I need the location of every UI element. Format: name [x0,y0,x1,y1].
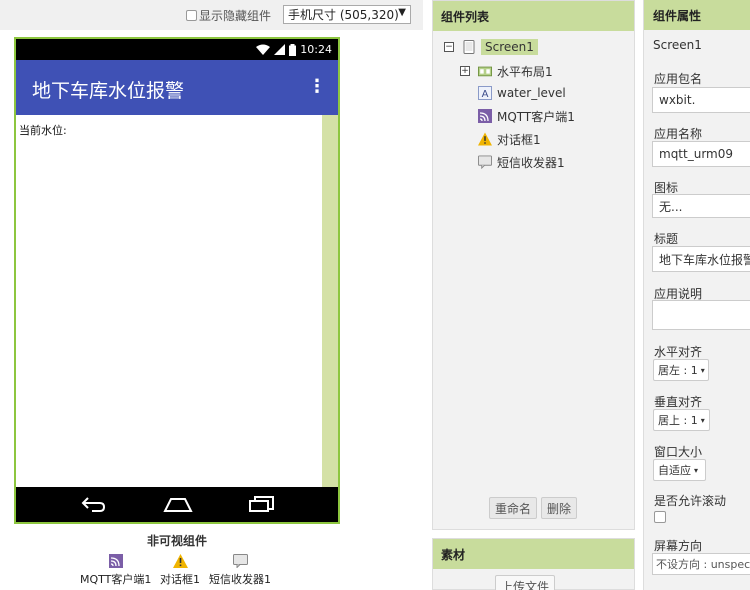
show-hidden-checkbox[interactable] [186,9,197,21]
phone-size-select[interactable]: 手机尺寸 (505,320) ▼ [283,5,411,24]
back-icon [81,497,106,512]
expand-icon[interactable]: + [460,66,470,76]
app-package-label: 应用包名 [654,72,703,86]
svg-text:A: A [482,89,489,100]
phone-size-value: 手机尺寸 (505,320) [288,8,399,22]
phone-preview: 10:24 地下车库水位报警 ⋮ 当前水位: [14,37,340,524]
viewer-toolbar: 显示隐藏组件 手机尺寸 (505,320) ▼ [0,0,423,30]
nonvisible-item-mqtt[interactable]: MQTT客户端1 [80,554,151,587]
warning-icon [478,132,492,146]
nonvisible-item-dialog[interactable]: 对话框1 [160,554,200,587]
title-label: 标题 [654,232,679,246]
status-time: 10:24 [300,43,332,56]
delete-button[interactable]: 删除 [541,497,577,519]
tree-item-label: 对话框1 [497,132,541,147]
show-hidden-label: 显示隐藏组件 [199,8,272,23]
app-name-label: 应用名称 [654,127,703,141]
screen-body[interactable]: 当前水位: [16,115,338,487]
label-icon: A [478,86,492,100]
dropdown-arrow-icon: ▾ [700,415,705,425]
properties-title: 组件属性 [644,0,750,30]
tree-item-dialog[interactable]: 对话框1 [478,130,541,148]
wifi-icon [256,44,271,55]
scrollable-label: 是否允许滚动 [654,494,727,508]
viewer-panel: 显示隐藏组件 手机尺寸 (505,320) ▼ 10:24 地下车库水位报警 ⋮… [0,0,423,590]
screen-scrollbar[interactable] [322,115,338,487]
mqtt-icon [108,554,123,568]
dropdown-arrow-icon: ▾ [694,465,699,475]
nonvisible-components-title: 非可视组件 [146,534,207,548]
align-vertical-select[interactable]: 居上 : 1 ▾ [653,409,710,431]
tree-item-label: Screen1 [481,39,538,55]
nonvisible-item-label: MQTT客户端1 [80,573,152,586]
overflow-menu-icon[interactable]: ⋮ [308,76,326,97]
recents-icon [249,496,274,512]
tree-item-water-level[interactable]: A water_level [478,84,566,102]
app-title: 地下车库水位报警 [32,80,185,102]
properties-panel: 组件属性 Screen1 应用包名 wxbit. 应用名称 mqtt_urm09… [643,0,750,590]
scrollable-checkbox[interactable] [654,511,666,523]
align-horizontal-select[interactable]: 居左 : 1 ▾ [653,359,709,381]
window-size-value: 自适应 [658,464,691,477]
align-vertical-label: 垂直对齐 [654,395,703,409]
components-panel: 组件列表 − Screen1 + 水平布局1 A water_level MQT… [432,0,635,530]
nonvisible-item-label: 短信收发器1 [209,573,271,586]
status-bar: 10:24 [16,39,338,60]
sms-icon [478,155,492,169]
orientation-label: 屏幕方向 [654,539,703,553]
app-package-input[interactable]: wxbit. [652,87,750,113]
mqtt-icon [478,109,492,123]
window-size-label: 窗口大小 [654,445,703,459]
tree-item-mqtt[interactable]: MQTT客户端1 [478,107,575,125]
tree-item-horizontal-arrangement[interactable]: + 水平布局1 [460,62,553,80]
selected-component-name: Screen1 [653,38,702,52]
signal-icon [274,44,286,55]
dropdown-arrow-icon: ▼ [398,7,406,18]
media-title: 素材 [433,539,634,569]
align-vertical-value: 居上 : 1 [658,414,698,427]
app-bar: 地下车库水位报警 ⋮ [16,60,338,115]
water-level-label[interactable]: 当前水位: [19,122,67,138]
icon-picker[interactable]: 无... [652,194,750,218]
tree-item-label: MQTT客户端1 [497,109,575,124]
align-horizontal-label: 水平对齐 [654,345,703,359]
horizontal-arrangement-icon [478,66,492,77]
warning-icon [172,554,188,568]
align-horizontal-value: 居左 : 1 [658,364,698,377]
media-panel: 素材 上传文件 [432,538,635,590]
upload-file-button[interactable]: 上传文件 [495,575,555,590]
window-size-select[interactable]: 自适应 ▾ [653,459,706,481]
tree-item-label: water_level [497,86,566,100]
components-title: 组件列表 [433,1,634,31]
battery-icon [289,43,297,56]
nonvisible-item-sms[interactable]: 短信收发器1 [209,554,271,587]
title-input[interactable]: 地下车库水位报警 [652,246,750,272]
show-hidden-toggle[interactable]: 显示隐藏组件 [186,7,271,23]
nav-bar [16,487,338,522]
sms-icon [232,554,248,568]
nonvisible-item-label: 对话框1 [160,573,200,586]
screen-icon [463,40,475,54]
tree-item-screen1[interactable]: − Screen1 [444,38,538,56]
app-name-input[interactable]: mqtt_urm09 [652,141,750,167]
rename-button[interactable]: 重命名 [489,497,537,519]
tree-item-label: 短信收发器1 [497,155,565,170]
dropdown-arrow-icon: ▾ [700,365,705,375]
orientation-select[interactable]: 不设方向 : unspecified [652,553,750,575]
tree-item-label: 水平布局1 [497,64,553,79]
home-icon [163,498,193,512]
about-textarea[interactable] [652,300,750,330]
tree-item-sms[interactable]: 短信收发器1 [478,153,565,171]
collapse-icon[interactable]: − [444,42,454,52]
